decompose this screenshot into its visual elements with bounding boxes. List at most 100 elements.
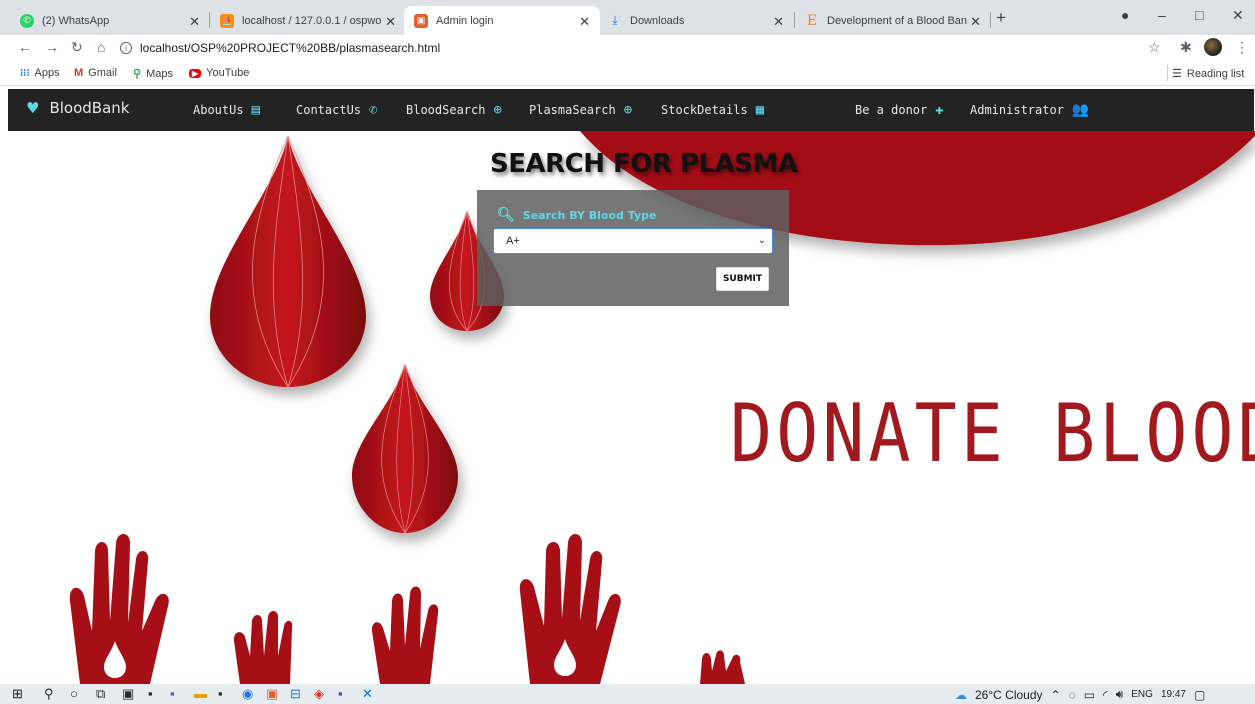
wifi-icon[interactable]: ◜	[1103, 688, 1108, 702]
network-icon[interactable]: ◌	[1069, 688, 1076, 702]
store-icon[interactable]: ▣	[122, 686, 134, 702]
back-button[interactable]: ←	[18, 39, 32, 55]
app-icon[interactable]: ▪	[218, 686, 223, 701]
tab-whatsapp[interactable]: ✆ (2) WhatsApp ✕	[10, 6, 210, 35]
teams-icon[interactable]: ▪	[170, 686, 175, 701]
home-button[interactable]: ⌂	[97, 39, 105, 55]
weather-text[interactable]: 26°C Cloudy	[975, 688, 1043, 702]
close-icon[interactable]: ✕	[970, 14, 981, 30]
bookmark-label: Gmail	[88, 67, 117, 79]
forward-button[interactable]: →	[45, 39, 59, 55]
url-text: localhost/OSP%20PROJECT%20BB/plasmasearc…	[140, 41, 441, 55]
tab-label: Admin login	[436, 14, 494, 27]
vscode-icon[interactable]: ✕	[362, 686, 373, 702]
system-tray: ☁ 26°C Cloudy ⌃ ◌ ▭ ◜ 🔊︎ ENG 19:47 ▢	[955, 687, 1213, 702]
chevron-down-icon: ⌄	[757, 235, 766, 246]
close-icon[interactable]: ✕	[385, 14, 396, 30]
close-icon[interactable]: ✕	[579, 14, 590, 30]
download-icon: ⤓	[612, 13, 618, 27]
search-label: 🔍︎ Search BY Blood Type	[497, 207, 656, 223]
reading-list-button[interactable]: ☰ Reading list	[1166, 65, 1244, 81]
file-explorer-icon[interactable]: ▬	[194, 686, 207, 701]
windows-start-icon[interactable]: ⊞	[12, 686, 23, 702]
search-plus-icon: ⊕	[493, 102, 502, 118]
nav-blood-search[interactable]: BloodSearch ⊕	[406, 102, 502, 118]
browser-tab-strip: ✆ (2) WhatsApp ✕ ⛵ localhost / 127.0.0.1…	[0, 0, 1255, 35]
avatar[interactable]	[1204, 38, 1222, 56]
nav-contact-us[interactable]: ContactUs ✆	[296, 102, 377, 118]
bookmark-youtube[interactable]: ▶ YouTube	[189, 67, 249, 79]
nav-label: AboutUs	[193, 103, 244, 117]
search-icon[interactable]: ⚲	[44, 686, 54, 702]
gmail-icon: M	[74, 67, 84, 79]
task-view-icon[interactable]: ⧉	[96, 686, 105, 702]
tab-label: Development of a Blood Bank M	[827, 14, 967, 27]
tab-label: (2) WhatsApp	[42, 14, 110, 27]
notifications-icon[interactable]: ▢	[1194, 688, 1205, 702]
users-lock-icon: 👥	[1071, 102, 1090, 118]
tab-admin-login[interactable]: ▣ Admin login ✕	[404, 6, 600, 35]
language-indicator[interactable]: ENG	[1131, 689, 1153, 700]
search-plus-icon: ⊕	[623, 102, 633, 118]
battery-icon[interactable]: ▭	[1084, 688, 1095, 702]
maximize-button[interactable]: □	[1195, 7, 1203, 23]
profile-menu-icon[interactable]: ●	[1121, 7, 1129, 23]
app-icon[interactable]: ▪	[148, 686, 153, 701]
nav-stock-details[interactable]: StockDetails ▦	[661, 102, 764, 118]
bookmark-label: YouTube	[206, 67, 250, 79]
page-content: SEARCH FOR PLASMA 🔍︎ Search BY Blood Typ…	[0, 131, 1255, 684]
nav-label: Administrator	[970, 103, 1064, 117]
tab-downloads[interactable]: ⤓ Downloads ✕	[598, 6, 794, 35]
heartbeat-icon: ♥	[26, 99, 40, 117]
close-window-button[interactable]: ✕	[1232, 7, 1244, 24]
info-icon[interactable]: i	[120, 42, 132, 54]
bookmark-label: Apps	[34, 67, 60, 79]
selected-blood-type: A+	[506, 235, 520, 247]
word-icon[interactable]: ▪	[338, 686, 343, 701]
brand-logo[interactable]: ♥ BloodBank	[26, 99, 129, 117]
bookmark-gmail[interactable]: M Gmail	[74, 67, 117, 79]
menu-dots-icon[interactable]: ⋮	[1235, 39, 1249, 56]
address-bar[interactable]: i localhost/OSP%20PROJECT%20BB/plasmasea…	[120, 37, 1170, 59]
clock[interactable]: 19:47	[1161, 689, 1186, 700]
donate-blood-banner: DONATE BLOOD	[730, 386, 1255, 481]
reload-button[interactable]: ↻	[71, 39, 83, 56]
bookmark-star-icon[interactable]: ☆	[1148, 39, 1161, 56]
blood-drop-large	[210, 135, 366, 388]
chrome-icon[interactable]: ◉	[242, 686, 253, 702]
nav-label: BloodSearch	[406, 103, 486, 117]
youtube-icon: ▶	[189, 68, 202, 78]
bookmark-apps[interactable]: ⁝⁝⁝ Apps	[20, 67, 60, 79]
nav-plasma-search[interactable]: PlasmaSearch ⊕	[529, 102, 632, 118]
extensions-icon[interactable]: ✱	[1180, 39, 1192, 56]
nav-be-a-donor[interactable]: Be a donor ✚	[855, 102, 944, 118]
tab-blood-bank-doc[interactable]: E Development of a Blood Bank M ✕	[795, 6, 991, 35]
sublime-icon[interactable]: ▣	[266, 686, 278, 702]
submit-button[interactable]: SUBMIT	[716, 267, 769, 291]
minimize-button[interactable]: –	[1158, 7, 1166, 23]
nav-label: ContactUs	[296, 103, 362, 117]
bookmark-label: Maps	[146, 67, 173, 80]
e-icon: E	[806, 12, 818, 29]
phone-icon: ✆	[369, 102, 378, 118]
page-title: SEARCH FOR PLASMA	[490, 149, 798, 179]
tab-phpmyadmin[interactable]: ⛵ localhost / 127.0.0.1 / ospworks / ✕	[210, 6, 406, 35]
new-tab-button[interactable]: +	[996, 8, 1006, 28]
search-icon: 🔍︎	[497, 207, 515, 223]
box-icon: ▦	[755, 102, 765, 118]
volume-icon[interactable]: 🔊︎	[1116, 687, 1124, 702]
bookmark-maps[interactable]: ⚲ Maps	[133, 67, 173, 81]
cortana-icon[interactable]: ○	[70, 686, 78, 701]
close-icon[interactable]: ✕	[189, 14, 200, 30]
nav-administrator[interactable]: Administrator 👥	[970, 102, 1089, 118]
chevron-up-icon[interactable]: ⌃	[1051, 688, 1061, 702]
app-icon[interactable]: ⊟	[290, 686, 301, 702]
blood-type-select[interactable]: A+ ⌄	[493, 228, 773, 254]
close-icon[interactable]: ✕	[773, 14, 784, 30]
page-icon: ▣	[414, 13, 428, 28]
white-drops-on-hands	[104, 639, 576, 678]
cloud-icon: ☁	[955, 687, 967, 702]
app-icon[interactable]: ◈	[314, 686, 324, 702]
nav-about-us[interactable]: AboutUs ▤	[193, 102, 260, 118]
blood-drop-medium	[352, 363, 458, 534]
